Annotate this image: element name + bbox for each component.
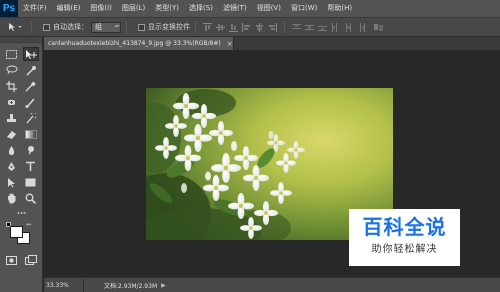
align-left-icon[interactable] (242, 22, 251, 32)
menu-filter[interactable]: 滤镜(T) (218, 0, 252, 17)
toolbar-grip[interactable] (0, 37, 42, 43)
distribute-right-icon[interactable] (357, 22, 366, 32)
align-vcenter-icon[interactable] (216, 23, 225, 32)
auto-select-value: 组 (95, 22, 102, 31)
menu-help[interactable]: 帮助(H) (322, 0, 357, 17)
menu-image[interactable]: 图像(I) (85, 0, 117, 17)
zoom-tool-icon[interactable] (23, 191, 39, 205)
hand-tool-icon[interactable] (4, 191, 20, 205)
auto-select-label: 自动选择： (53, 23, 88, 31)
menu-view[interactable]: 视图(V) (252, 0, 286, 17)
path-select-tool-icon[interactable] (4, 175, 20, 189)
watermark-subtitle: 助你轻松解决 (371, 244, 438, 255)
crop-tool-icon[interactable] (4, 79, 20, 93)
brush-tool-icon[interactable] (23, 95, 39, 109)
menu-bar: Ps 文件(F) 编辑(E) 图像(I) 图层(L) 类型(Y) 选择(S) 滤… (0, 0, 500, 17)
blur-tool-icon[interactable] (4, 143, 20, 157)
menu-window[interactable]: 窗口(W) (286, 0, 322, 17)
distribute-vcenter-icon[interactable] (305, 23, 314, 32)
document-tab-bar: canlanhuaduotexiebizhi_413874_9.jpg @ 33… (44, 37, 500, 50)
separator (126, 21, 127, 33)
lasso-tool-icon[interactable] (4, 63, 20, 77)
pen-tool-icon[interactable] (4, 159, 20, 173)
menu-layer[interactable]: 图层(L) (117, 0, 150, 17)
menu-select[interactable]: 选择(S) (184, 0, 218, 17)
photoshop-window: Ps 文件(F) 编辑(E) 图像(I) 图层(L) 类型(Y) 选择(S) 滤… (0, 0, 500, 292)
menu-type[interactable]: 类型(Y) (150, 0, 184, 17)
align-top-icon[interactable] (203, 22, 212, 32)
document-tab-title: canlanhuaduotexiebizhi_413874_9.jpg @ 33… (48, 40, 221, 47)
quick-mask-icon[interactable] (4, 253, 20, 267)
distribute-top-icon[interactable] (292, 23, 301, 32)
separator (195, 21, 196, 33)
status-menu-arrow-icon[interactable]: ▶ (161, 282, 166, 289)
clone-stamp-icon[interactable] (4, 111, 20, 125)
eyedropper-tool-icon[interactable] (23, 79, 39, 93)
more-tools-icon[interactable] (13, 206, 29, 220)
tools-panel: ↔ (0, 37, 43, 292)
distribute-bottom-icon[interactable] (318, 23, 327, 32)
zoom-level-field[interactable]: 33.33% (44, 278, 84, 292)
watermark-title: 百科全说 (362, 215, 447, 239)
swap-colors-icon[interactable]: ↔ (26, 222, 31, 228)
status-bar: 33.33% 文档:2.93M/2.93M ▶ (44, 277, 500, 292)
app-logo: Ps (0, 0, 18, 17)
separator (31, 21, 32, 33)
align-bottom-icon[interactable] (229, 23, 238, 32)
gradient-tool-icon[interactable] (23, 127, 39, 141)
show-transform-checkbox[interactable] (138, 23, 145, 31)
watermark-logo: 百科全说 助你轻松解决 (349, 209, 460, 266)
auto-align-icon[interactable] (374, 23, 383, 32)
move-tool-preset-icon[interactable] (4, 20, 26, 34)
document-tab[interactable]: canlanhuaduotexiebizhi_413874_9.jpg @ 33… (44, 37, 234, 50)
menu-file[interactable]: 文件(F) (18, 0, 52, 17)
color-swatches-icon[interactable]: ↔ (0, 222, 42, 246)
quick-select-tool-icon[interactable] (23, 63, 39, 77)
rectangle-tool-icon[interactable] (23, 175, 39, 189)
eraser-tool-icon[interactable] (4, 127, 20, 141)
distribute-hcenter-icon[interactable] (344, 22, 353, 32)
show-transform-label: 显示变换控件 (148, 23, 190, 31)
marquee-tool-icon[interactable] (4, 47, 20, 61)
auto-select-checkbox[interactable] (43, 23, 50, 31)
align-right-icon[interactable] (268, 22, 277, 32)
dodge-tool-icon[interactable] (23, 143, 39, 157)
auto-select-dropdown[interactable]: 组 (91, 21, 121, 33)
options-bar: 自动选择： 组 显示变换控件 (0, 17, 500, 37)
separator (284, 21, 285, 33)
history-brush-icon[interactable] (23, 111, 39, 125)
screen-mode-icon[interactable] (23, 253, 39, 267)
menu-edit[interactable]: 编辑(E) (52, 0, 86, 17)
align-hcenter-icon[interactable] (255, 22, 264, 32)
close-icon[interactable]: × (227, 40, 233, 48)
move-tool-icon[interactable] (22, 47, 39, 61)
foreground-color-swatch[interactable] (10, 226, 23, 238)
healing-brush-icon[interactable] (4, 95, 20, 109)
document-size-info: 文档:2.93M/2.93M (104, 282, 158, 290)
type-tool-icon[interactable] (23, 159, 39, 173)
distribute-left-icon[interactable] (331, 22, 340, 32)
